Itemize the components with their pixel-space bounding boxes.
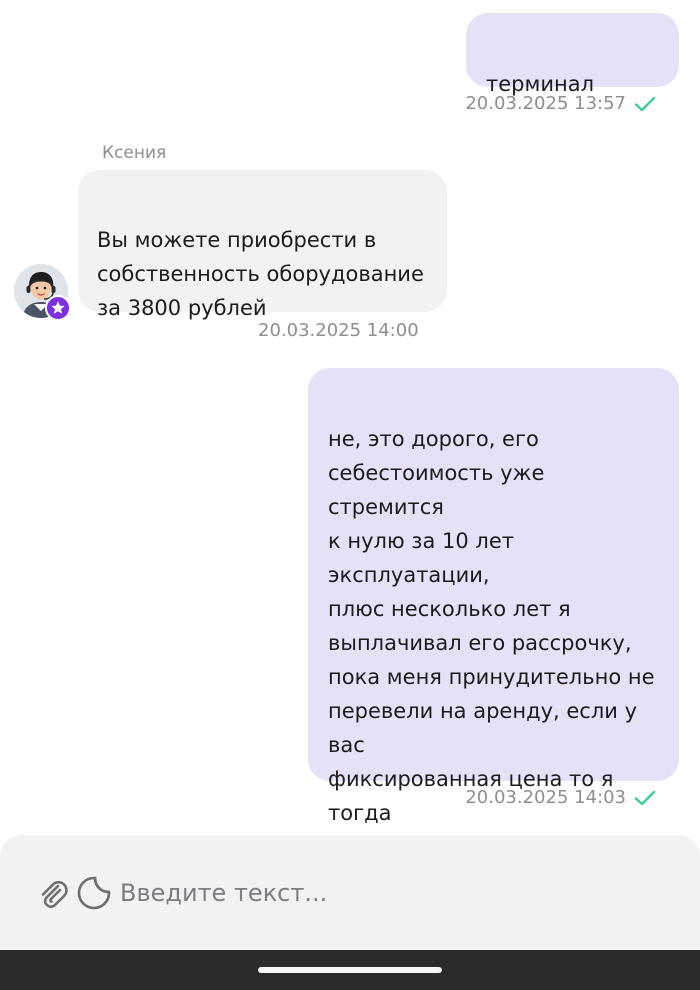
message-timestamp: 20.03.2025 13:57 xyxy=(465,93,626,114)
message-text: Вы можете приобрести в собственность обо… xyxy=(97,228,424,320)
message-composer: Введите текст... xyxy=(0,835,700,950)
message-meta: 20.03.2025 14:00 xyxy=(258,320,419,341)
outgoing-message-bubble[interactable]: терминал xyxy=(466,13,679,96)
home-indicator[interactable] xyxy=(258,967,442,973)
sticker-icon[interactable] xyxy=(76,875,112,911)
message-timestamp: 20.03.2025 14:03 xyxy=(465,787,626,808)
agent-avatar[interactable] xyxy=(14,264,71,321)
outgoing-message-bubble[interactable]: не, это дорого, его себестоимость уже ст… xyxy=(308,368,679,927)
message-meta: 20.03.2025 14:03 xyxy=(465,787,656,808)
star-badge-icon xyxy=(45,295,71,321)
message-meta: 20.03.2025 13:57 xyxy=(465,93,656,114)
read-check-icon xyxy=(634,790,656,805)
message-input[interactable]: Введите текст... xyxy=(120,873,660,913)
sender-name: Ксения xyxy=(102,143,167,163)
paperclip-icon[interactable] xyxy=(36,877,70,911)
message-timestamp: 20.03.2025 14:00 xyxy=(258,320,419,341)
read-check-icon xyxy=(634,96,656,111)
system-navigation-bar xyxy=(0,950,700,990)
incoming-message-bubble[interactable]: Вы можете приобрести в собственность обо… xyxy=(78,170,447,320)
chat-thread: терминал 20.03.2025 13:57 Ксения Вы може… xyxy=(0,0,700,927)
